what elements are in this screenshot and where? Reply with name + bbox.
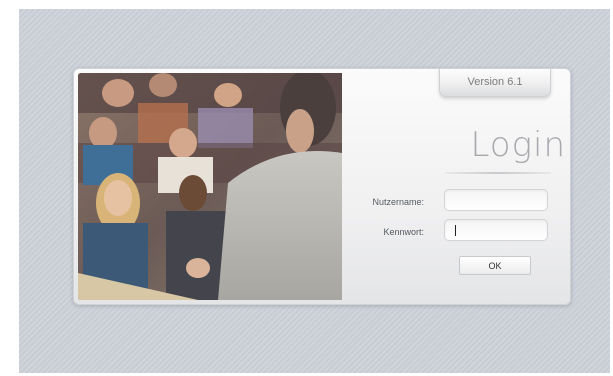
title-divider xyxy=(445,172,551,174)
username-label: Nutzername: xyxy=(372,197,424,207)
password-label: Kennwort: xyxy=(383,227,424,237)
password-input[interactable] xyxy=(444,219,548,241)
username-input[interactable] xyxy=(444,189,548,211)
login-card: Version 6.1 Login Nutzername: Kennwort: … xyxy=(73,68,571,305)
lecture-hall-photo xyxy=(78,73,342,300)
text-cursor xyxy=(455,225,456,236)
login-title: Login xyxy=(470,125,566,165)
ok-button[interactable]: OK xyxy=(459,256,531,275)
version-tab: Version 6.1 xyxy=(439,69,551,97)
